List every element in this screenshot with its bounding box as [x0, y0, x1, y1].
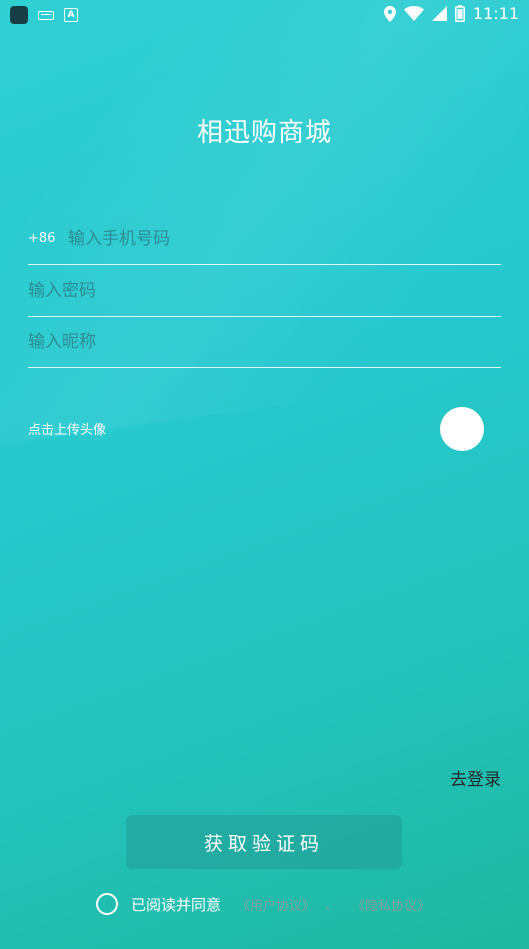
keyboard-icon — [38, 10, 54, 20]
user-agreement-link[interactable]: 《用户协议》 — [237, 895, 315, 914]
nickname-input[interactable] — [28, 325, 498, 359]
phone-field: +86 — [28, 214, 501, 265]
agree-text[interactable]: 已阅读并同意 — [131, 894, 221, 915]
signal-icon — [431, 6, 447, 21]
get-code-button[interactable]: 获取验证码 — [126, 815, 402, 869]
app-square-icon — [10, 6, 28, 24]
register-screen: A 11:11 相迅购商城 +86 点击 — [0, 0, 529, 949]
password-input[interactable] — [28, 274, 498, 308]
a-badge-icon: A — [64, 8, 78, 22]
agree-radio[interactable] — [96, 893, 118, 915]
battery-icon — [454, 5, 465, 22]
app-title: 相迅购商城 — [196, 118, 332, 148]
phone-prefix[interactable]: +86 — [28, 231, 55, 246]
privacy-policy-link[interactable]: 《隐私协议》 — [352, 895, 430, 914]
avatar-upload-button[interactable] — [440, 407, 484, 451]
agreement-row: 已阅读并同意 《用户协议》 、 《隐私协议》 — [96, 892, 430, 916]
nickname-field — [28, 317, 501, 368]
avatar-upload-label[interactable]: 点击上传头像 — [28, 419, 106, 438]
location-pin-icon — [383, 5, 396, 22]
status-time: 11:11 — [472, 4, 519, 23]
password-field — [28, 266, 501, 317]
phone-input[interactable] — [68, 222, 498, 256]
agreement-separator: 、 — [325, 898, 339, 914]
status-bar: A 11:11 — [0, 0, 529, 30]
wifi-icon — [403, 6, 424, 21]
goto-login-link[interactable]: 去登录 — [450, 765, 501, 790]
